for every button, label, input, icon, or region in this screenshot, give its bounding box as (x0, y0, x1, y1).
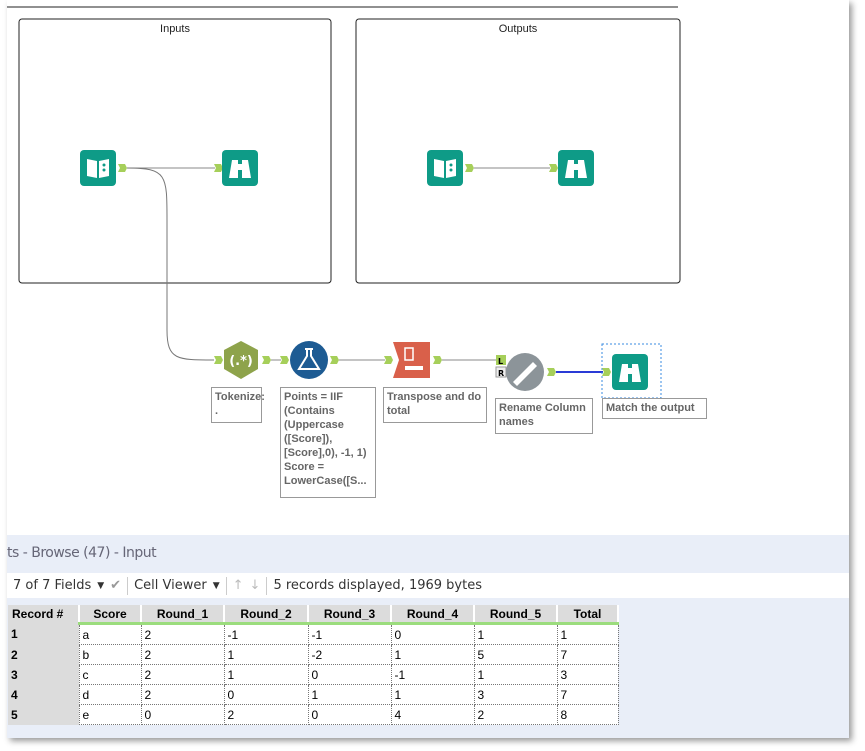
table-cell[interactable]: 2 (140, 623, 225, 645)
table-cell[interactable]: c (78, 664, 142, 685)
table-cell[interactable]: 0 (140, 704, 225, 725)
table-cell[interactable]: 2 (140, 644, 225, 665)
output-anchor[interactable] (465, 164, 474, 172)
container-inputs[interactable] (18, 18, 332, 284)
table-cell[interactable]: 0 (223, 684, 309, 705)
record-number[interactable]: 5 (8, 704, 79, 725)
rename-annotation: Rename Column names (495, 398, 593, 434)
record-number[interactable]: 3 (8, 664, 79, 685)
chevron-down-icon[interactable]: ▼ (213, 581, 220, 591)
table-cell[interactable]: a (78, 623, 142, 645)
table-cell[interactable]: 2 (140, 684, 225, 705)
table-cell[interactable]: 1 (556, 623, 619, 645)
table-row[interactable]: 1 a 2 -1 -1 0 1 1 (8, 623, 619, 645)
table-cell[interactable]: 1 (473, 664, 558, 685)
container-outputs[interactable] (355, 18, 681, 284)
table-cell[interactable]: 1 (223, 644, 309, 665)
table-cell[interactable]: 1 (307, 684, 392, 705)
results-table: Record # Score Round_1 Round_2 Round_3 Round_… (8, 605, 619, 725)
svg-text:L: L (498, 357, 503, 366)
arrow-up-icon[interactable]: ↑ (233, 578, 244, 593)
table-cell[interactable]: b (78, 644, 142, 665)
table-cell[interactable]: 7 (556, 644, 619, 665)
svg-text:R: R (498, 369, 504, 378)
table-row[interactable]: 2 b 2 1 -2 1 5 7 (8, 644, 619, 665)
table-cell[interactable]: 3 (473, 684, 558, 705)
checkmark-icon[interactable]: ✔ (110, 578, 121, 593)
column-header[interactable]: Round_1 (141, 605, 225, 625)
formula-icon[interactable] (290, 341, 328, 379)
table-cell[interactable]: 0 (307, 704, 392, 725)
table-cell[interactable]: 4 (390, 704, 475, 725)
table-cell[interactable]: 1 (390, 684, 475, 705)
record-number[interactable]: 2 (8, 644, 79, 665)
transpose-annotation: Transpose and do total (383, 387, 487, 423)
table-cell[interactable]: 1 (390, 644, 475, 665)
column-header[interactable]: Round_3 (308, 605, 392, 625)
results-title: ts - Browse (47) - Input (7, 545, 157, 561)
browse-annotation: Match the output (602, 398, 707, 419)
browse-icon[interactable] (612, 354, 648, 390)
input-anchor[interactable] (214, 164, 223, 172)
connection[interactable] (126, 167, 215, 361)
table-cell[interactable]: 8 (556, 704, 619, 725)
browse-icon[interactable] (222, 150, 258, 186)
input-anchor[interactable] (549, 164, 558, 172)
tokenize-annotation: Tokenize: . (211, 387, 265, 423)
browse-icon[interactable] (558, 150, 594, 186)
table-cell[interactable]: -1 (223, 623, 309, 645)
record-number[interactable]: 1 (8, 623, 79, 645)
container-title: Inputs (160, 23, 190, 35)
table-row[interactable]: 5e020428 (8, 704, 619, 725)
cell-viewer-dropdown[interactable]: Cell Viewer (134, 578, 207, 593)
column-header[interactable]: Round_2 (224, 605, 309, 625)
table-cell[interactable]: 1 (473, 623, 558, 645)
table-cell[interactable]: 2 (473, 704, 558, 725)
formula-annotation: Points = IIF (Contains (Uppercase ([Scor… (280, 387, 376, 498)
table-cell[interactable]: 0 (307, 664, 392, 685)
chevron-down-icon[interactable]: ▼ (97, 581, 104, 591)
table-cell[interactable]: 0 (390, 623, 475, 645)
workflow-window: (.*) L R Inputs Outputs Tokenize: . Poin… (7, 0, 849, 738)
results-pane: ts - Browse (47) - Input 7 of 7 Fields ▼… (7, 535, 849, 738)
input-data-icon[interactable] (427, 150, 463, 186)
results-toolbar: 7 of 7 Fields ▼ ✔ Cell Viewer ▼ ↑ ↓ 5 re… (7, 573, 849, 598)
table-cell[interactable]: 1 (223, 664, 309, 685)
svg-text:(.*): (.*) (229, 354, 253, 369)
table-cell[interactable]: 3 (556, 664, 619, 685)
table-row[interactable]: 4d201137 (8, 684, 619, 705)
table-cell[interactable]: e (78, 704, 142, 725)
table-cell[interactable]: -1 (307, 623, 392, 645)
table-cell[interactable]: 2 (223, 704, 309, 725)
records-status: 5 records displayed, 1969 bytes (273, 578, 482, 593)
column-header[interactable]: Round_4 (391, 605, 475, 625)
table-cell[interactable]: 2 (140, 664, 225, 685)
record-number[interactable]: 4 (8, 684, 79, 705)
column-header[interactable]: Total (557, 605, 619, 625)
table-cell[interactable]: d (78, 684, 142, 705)
column-header[interactable]: Record # (8, 605, 80, 624)
table-cell[interactable]: 5 (473, 644, 558, 665)
table-cell[interactable]: -2 (307, 644, 392, 665)
column-header[interactable]: Score (79, 605, 142, 625)
column-header[interactable]: Round_5 (474, 605, 558, 625)
fields-dropdown[interactable]: 7 of 7 Fields (13, 578, 91, 593)
table-cell[interactable]: 7 (556, 684, 619, 705)
input-data-icon[interactable] (80, 150, 116, 186)
arrow-down-icon[interactable]: ↓ (250, 578, 261, 593)
workflow-canvas[interactable]: (.*) L R (7, 0, 849, 535)
table-row[interactable]: 3 c 2 1 0 -1 1 3 (8, 664, 619, 685)
output-anchor[interactable] (118, 164, 127, 172)
container-title: Outputs (498, 23, 538, 35)
table-cell[interactable]: -1 (390, 664, 475, 685)
